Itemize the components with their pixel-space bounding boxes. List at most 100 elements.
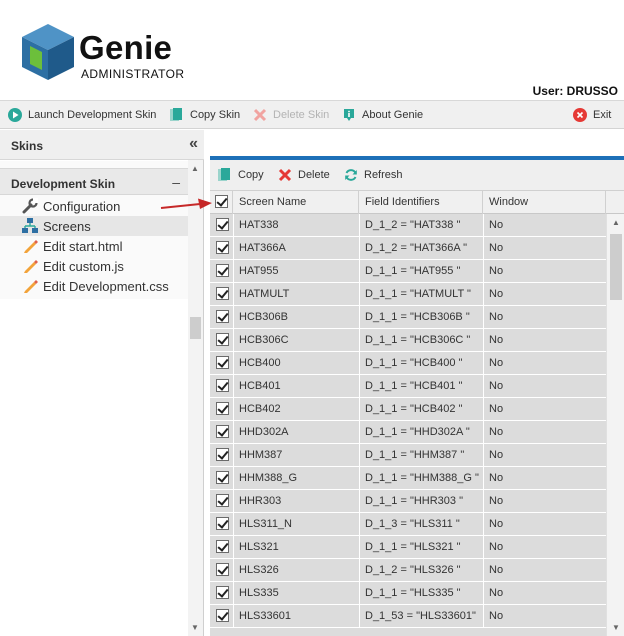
row-checkbox[interactable]: [216, 356, 229, 369]
row-checkbox[interactable]: [216, 287, 229, 300]
scroll-thumb[interactable]: [190, 317, 201, 339]
column-divider: [233, 513, 234, 535]
table-row[interactable]: HAT366A D_1_2 = "HAT366A " No: [210, 237, 606, 260]
cell-field-identifiers: D_1_1 = "HHD302A ": [365, 426, 470, 438]
row-checkbox[interactable]: [216, 471, 229, 484]
column-header-screen-name[interactable]: Screen Name: [233, 191, 359, 214]
scroll-thumb[interactable]: [610, 234, 622, 300]
cell-field-identifiers: D_1_1 = "HLS321 ": [365, 541, 461, 553]
cell-field-identifiers: D_1_2 = "HLS326 ": [365, 564, 461, 576]
table-row[interactable]: HLS33601 D_1_53 = "HLS33601" No: [210, 605, 606, 628]
row-checkbox[interactable]: [216, 379, 229, 392]
tree-item-label: Edit start.html: [43, 238, 123, 254]
about-genie-button[interactable]: About Genie: [342, 101, 423, 129]
column-divider: [359, 214, 360, 236]
cell-screen-name: HCB401: [239, 380, 281, 392]
copy-icon: [218, 168, 230, 181]
column-divider: [233, 582, 234, 604]
grid-toolbar: Copy Delete Refresh: [210, 160, 624, 190]
table-row[interactable]: HLS311_N D_1_3 = "HLS311 " No: [210, 513, 606, 536]
cell-field-identifiers: D_1_2 = "HAT366A ": [365, 242, 468, 254]
delete-label: Delete: [298, 169, 330, 181]
row-checkbox[interactable]: [216, 609, 229, 622]
cell-window: No: [489, 610, 504, 622]
cell-window: No: [489, 380, 504, 392]
cell-screen-name: HCB402: [239, 403, 281, 415]
delete-skin-button[interactable]: Delete Skin: [253, 101, 329, 129]
row-checkbox[interactable]: [216, 218, 229, 231]
collapse-section-icon[interactable]: –: [172, 174, 180, 190]
table-row[interactable]: HLS335 D_1_1 = "HLS335 " No: [210, 582, 606, 605]
table-row[interactable]: HHR303 D_1_1 = "HHR303 " No: [210, 490, 606, 513]
scroll-up-icon[interactable]: ▲: [612, 218, 620, 227]
row-checkbox[interactable]: [216, 448, 229, 461]
column-divider: [233, 444, 234, 466]
row-checkbox[interactable]: [216, 540, 229, 553]
column-divider: [483, 513, 484, 535]
cell-field-identifiers: D_1_1 = "HHM388_G ": [365, 472, 479, 484]
row-checkbox[interactable]: [216, 517, 229, 530]
grid-scrollbar[interactable]: ▲ ▼: [606, 214, 624, 636]
tree-item-screens[interactable]: Screens: [0, 216, 188, 236]
row-checkbox[interactable]: [216, 494, 229, 507]
column-divider: [483, 214, 484, 236]
skins-header: Skins «: [0, 130, 204, 160]
about-genie-label: About Genie: [362, 109, 424, 121]
collapse-panel-icon[interactable]: «: [189, 135, 198, 153]
row-checkbox[interactable]: [216, 586, 229, 599]
table-row[interactable]: HCB306B D_1_1 = "HCB306B " No: [210, 306, 606, 329]
row-checkbox[interactable]: [216, 310, 229, 323]
row-checkbox[interactable]: [216, 425, 229, 438]
cell-window: No: [489, 495, 504, 507]
left-scrollbar[interactable]: ▲ ▼: [188, 160, 203, 636]
delete-button[interactable]: Delete: [278, 160, 330, 190]
scroll-down-icon[interactable]: ▼: [191, 623, 199, 632]
table-row[interactable]: HLS326 D_1_2 = "HLS326 " No: [210, 559, 606, 582]
column-divider: [483, 329, 484, 351]
column-header-window[interactable]: Window: [483, 191, 606, 214]
table-row[interactable]: HLS321 D_1_1 = "HLS321 " No: [210, 536, 606, 559]
row-checkbox[interactable]: [216, 563, 229, 576]
table-row[interactable]: HATMULT D_1_1 = "HATMULT " No: [210, 283, 606, 306]
refresh-button[interactable]: Refresh: [344, 160, 403, 190]
table-row[interactable]: HHD302A D_1_1 = "HHD302A " No: [210, 421, 606, 444]
cell-screen-name: HHD302A: [239, 426, 289, 438]
annotation-arrow-icon: [160, 198, 212, 209]
table-row[interactable]: HCB400 D_1_1 = "HCB400 " No: [210, 352, 606, 375]
exit-button[interactable]: Exit: [573, 101, 611, 129]
table-row[interactable]: HCB306C D_1_1 = "HCB306C " No: [210, 329, 606, 352]
cell-window: No: [489, 334, 504, 346]
scroll-down-icon[interactable]: ▼: [612, 623, 620, 632]
table-row[interactable]: HHM387 D_1_1 = "HHM387 " No: [210, 444, 606, 467]
column-divider: [483, 306, 484, 328]
column-divider: [233, 467, 234, 489]
development-skin-header[interactable]: Development Skin –: [0, 168, 188, 195]
tree-item-edit-custom-js[interactable]: Edit custom.js: [0, 256, 188, 276]
select-all-checkbox[interactable]: [215, 195, 228, 208]
tree-item-edit-start-html[interactable]: Edit start.html: [0, 236, 188, 256]
copy-skin-button[interactable]: Copy Skin: [170, 101, 240, 129]
copy-button[interactable]: Copy: [218, 160, 264, 190]
cell-screen-name: HAT366A: [239, 242, 286, 254]
table-row[interactable]: HCB402 D_1_1 = "HCB402 " No: [210, 398, 606, 421]
column-header-field-identifiers[interactable]: Field Identifiers: [359, 191, 483, 214]
row-checkbox[interactable]: [216, 264, 229, 277]
tree-item-edit-development-css[interactable]: Edit Development.css: [0, 276, 188, 296]
copy-skin-label: Copy Skin: [190, 109, 241, 121]
table-row[interactable]: HAT338 D_1_2 = "HAT338 " No: [210, 214, 606, 237]
cell-window: No: [489, 449, 504, 461]
cell-field-identifiers: D_1_1 = "HCB306C ": [365, 334, 471, 346]
genie-cube-logo-icon: [22, 24, 74, 80]
column-divider: [483, 582, 484, 604]
wrench-icon: [22, 198, 38, 214]
row-checkbox[interactable]: [216, 402, 229, 415]
table-row[interactable]: HHM388_G D_1_1 = "HHM388_G " No: [210, 467, 606, 490]
row-checkbox[interactable]: [216, 333, 229, 346]
column-divider: [483, 467, 484, 489]
launch-development-skin-button[interactable]: Launch Development Skin: [8, 101, 156, 129]
cell-field-identifiers: D_1_2 = "HAT338 ": [365, 219, 461, 231]
table-row[interactable]: HCB401 D_1_1 = "HCB401 " No: [210, 375, 606, 398]
row-checkbox[interactable]: [216, 241, 229, 254]
scroll-up-icon[interactable]: ▲: [191, 164, 199, 173]
table-row[interactable]: HAT955 D_1_1 = "HAT955 " No: [210, 260, 606, 283]
